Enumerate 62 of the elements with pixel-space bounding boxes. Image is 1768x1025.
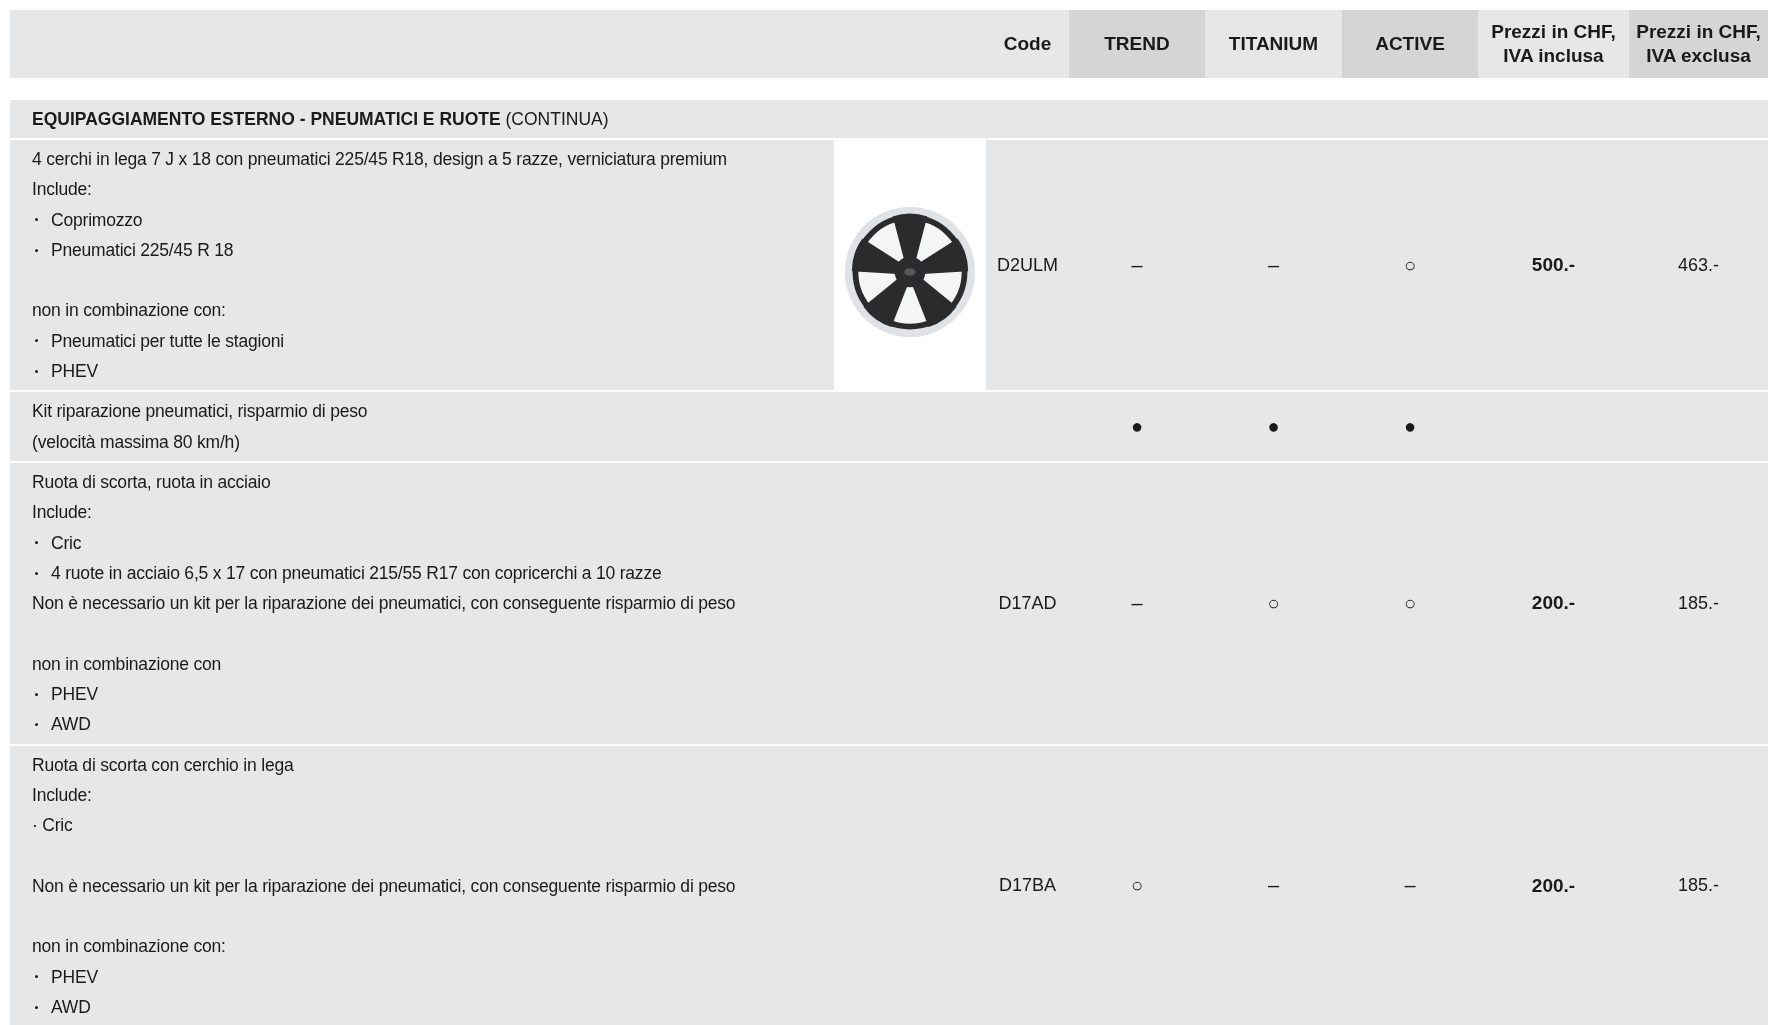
section-title: EQUIPAGGIAMENTO ESTERNO - PNEUMATICI E RUOTE (CONTINUA) bbox=[32, 108, 609, 130]
list-item: Pneumatici 225/45 R 18 bbox=[51, 238, 234, 262]
price-cell: 500.- bbox=[1478, 140, 1629, 391]
column-header: ACTIVE bbox=[1342, 10, 1478, 78]
list-item: AWD bbox=[51, 996, 91, 1019]
price-cell: 200.- bbox=[1478, 745, 1629, 1025]
description-text: Kit riparazione pneumatici, risparmio di peso bbox=[32, 400, 368, 424]
bullet-icon bbox=[35, 218, 38, 222]
column-header: Prezzi in CHF, IVA inclusa bbox=[1478, 10, 1629, 78]
list-item: Cric bbox=[51, 531, 82, 555]
description-text: non in combinazione con: bbox=[32, 935, 226, 959]
bullet-icon bbox=[35, 541, 38, 545]
bullet-icon bbox=[35, 975, 38, 979]
availability-cell: – bbox=[1342, 745, 1478, 1025]
description-text: Ruota di scorta, ruota in acciaio bbox=[32, 470, 271, 494]
price-cell: 185.- bbox=[1629, 745, 1768, 1025]
column-header: TREND bbox=[1069, 10, 1205, 78]
availability-cell: ○ bbox=[1342, 140, 1478, 391]
availability-cell: – bbox=[1069, 462, 1205, 744]
column-header: TITANIUM bbox=[1205, 10, 1342, 78]
list-item: 4 ruote in acciaio 6,5 x 17 con pneumatici 215/55 R17 con copricerchi a 10 razze bbox=[51, 561, 662, 585]
bullet-icon bbox=[35, 1005, 38, 1009]
description-text: 4 cerchi in lega 7 J x 18 con pneumatici 225/45 R18, design a 5 razze, verniciatura premium bbox=[32, 148, 727, 171]
bullet-icon bbox=[35, 369, 38, 373]
code-cell: D17AD bbox=[986, 462, 1069, 744]
availability-cell: ○ bbox=[1342, 462, 1478, 744]
description-text: non in combinazione con bbox=[32, 652, 221, 676]
list-item: AWD bbox=[51, 713, 91, 737]
bullet-icon bbox=[35, 692, 38, 696]
list-item: PHEV bbox=[51, 965, 98, 989]
availability-cell: – bbox=[1205, 745, 1342, 1025]
description-text: · Cric bbox=[32, 814, 73, 838]
price-cell: 463.- bbox=[1629, 140, 1768, 391]
price-cell: 200.- bbox=[1478, 462, 1629, 744]
column-header: Prezzi in CHF, IVA exclusa bbox=[1629, 10, 1768, 78]
description-text: Ruota di scorta con cerchio in lega bbox=[32, 753, 294, 777]
list-item: Pneumatici per tutte le stagioni bbox=[51, 329, 284, 353]
description-text: non in combinazione con: bbox=[32, 299, 226, 323]
code-cell: D2ULM bbox=[986, 140, 1069, 391]
availability-cell: ○ bbox=[1205, 462, 1342, 744]
description-text: (velocità massima 80 km/h) bbox=[32, 430, 240, 454]
list-item: Coprimozzo bbox=[51, 208, 143, 232]
bullet-icon bbox=[35, 339, 38, 343]
price-cell: 185.- bbox=[1629, 462, 1768, 744]
availability-cell: ● bbox=[1342, 392, 1478, 461]
availability-cell: – bbox=[1069, 140, 1205, 391]
bullet-icon bbox=[35, 248, 38, 252]
list-item: PHEV bbox=[51, 360, 98, 384]
description-text: Non è necessario un kit per la riparazione dei pneumatici, con conseguente risparmio di peso bbox=[32, 874, 736, 898]
description-text: Include: bbox=[32, 501, 92, 525]
availability-cell: ● bbox=[1069, 392, 1205, 461]
description-text: Include: bbox=[32, 783, 92, 807]
bullet-icon bbox=[35, 723, 38, 726]
code-cell: D17BA bbox=[986, 745, 1069, 1025]
availability-cell: ○ bbox=[1069, 745, 1205, 1025]
list-item: PHEV bbox=[51, 683, 98, 707]
bullet-icon bbox=[35, 571, 38, 575]
description-text: Include: bbox=[32, 178, 92, 202]
availability-cell: ● bbox=[1205, 392, 1342, 461]
availability-cell: – bbox=[1205, 140, 1342, 391]
column-header: Code bbox=[986, 10, 1069, 78]
description-text: Non è necessario un kit per la riparazione dei pneumatici, con conseguente risparmio di peso bbox=[32, 592, 736, 616]
